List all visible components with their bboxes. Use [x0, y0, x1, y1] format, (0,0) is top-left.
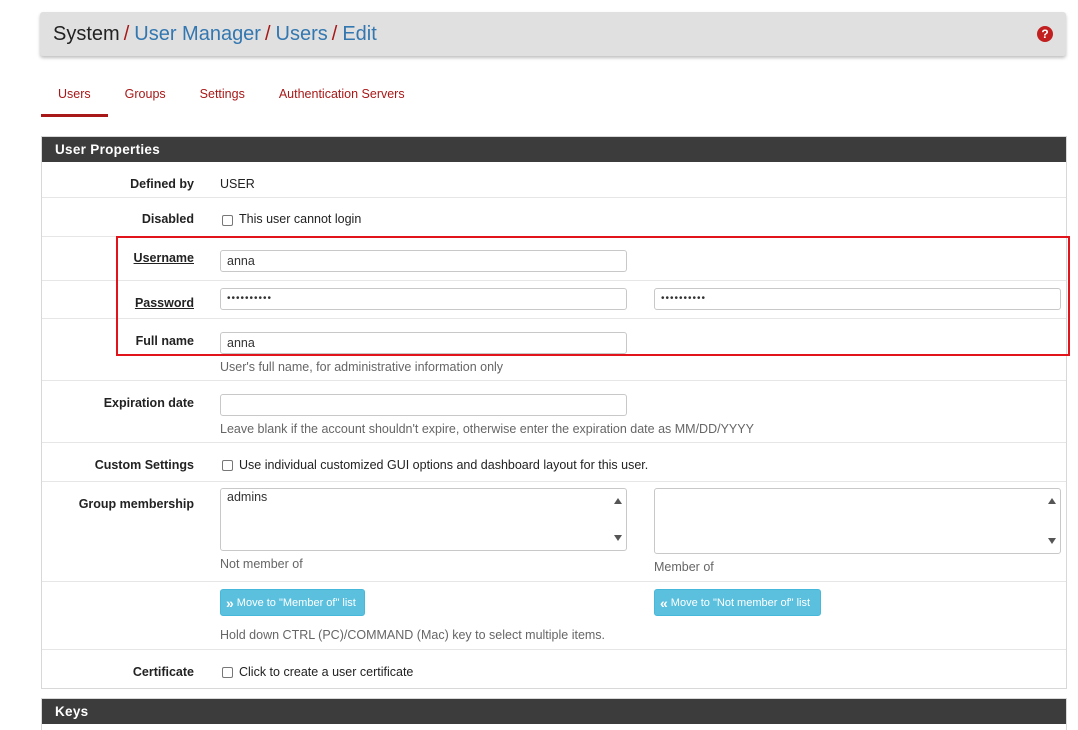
breadcrumb-separator: / [123, 22, 130, 45]
full-name-help: User's full name, for administrative inf… [220, 360, 504, 374]
scroll-down-icon[interactable] [614, 535, 622, 541]
tab-users[interactable]: Users [41, 80, 108, 117]
certificate-row: Certificate Click to create a user certi… [42, 650, 1066, 688]
custom-settings-checkbox-label: Use individual customized GUI options an… [239, 458, 649, 472]
disabled-checkbox-label: This user cannot login [239, 212, 362, 226]
custom-settings-label: Custom Settings [94, 458, 194, 472]
tab-authentication-servers[interactable]: Authentication Servers [262, 80, 422, 117]
move-to-member-label: Move to "Member of" list [236, 596, 356, 609]
tab-settings[interactable]: Settings [183, 80, 262, 117]
breadcrumb-separator: / [264, 22, 271, 45]
full-name-label: Full name [135, 334, 194, 348]
move-to-member-button[interactable]: » Move to "Member of" list [220, 589, 365, 616]
certificate-checkbox[interactable] [222, 667, 233, 678]
panel-title: Keys [42, 699, 1066, 724]
defined-by-label: Defined by [130, 177, 194, 191]
disabled-row: Disabled This user cannot login [42, 198, 1066, 237]
double-chevron-left-icon: « [660, 594, 668, 611]
breadcrumb-users[interactable]: Users [276, 23, 328, 46]
member-listbox[interactable] [654, 488, 1061, 554]
breadcrumb-bar: System / User Manager / Users / Edit ? [40, 12, 1066, 56]
expiration-label: Expiration date [103, 396, 194, 410]
certificate-checkbox-label: Click to create a user certificate [239, 665, 414, 679]
full-name-input[interactable]: anna [220, 332, 627, 354]
password-input[interactable]: •••••••••• [220, 288, 627, 310]
double-chevron-right-icon: » [226, 594, 234, 611]
expiration-help: Leave blank if the account shouldn't exp… [220, 422, 754, 436]
group-membership-row: Group membership admins Not member of Me… [42, 482, 1066, 582]
not-member-caption: Not member of [220, 557, 303, 571]
custom-settings-checkbox[interactable] [222, 460, 233, 471]
tab-bar: Users Groups Settings Authentication Ser… [41, 80, 422, 117]
expiration-row: Expiration date Leave blank if the accou… [42, 381, 1066, 443]
move-help: Hold down CTRL (PC)/COMMAND (Mac) key to… [220, 628, 606, 642]
breadcrumb-separator: / [331, 22, 338, 45]
password-row: Password •••••••••• •••••••••• [42, 281, 1066, 319]
scroll-up-icon[interactable] [614, 498, 622, 504]
user-properties-panel: User Properties Defined by USER Disabled… [41, 136, 1067, 689]
username-row: Username anna [42, 237, 1066, 281]
full-name-row: Full name anna User's full name, for adm… [42, 319, 1066, 381]
breadcrumb-edit[interactable]: Edit [342, 23, 376, 46]
custom-settings-row: Custom Settings Use individual customize… [42, 443, 1066, 482]
panel-title: User Properties [42, 137, 1066, 162]
certificate-label: Certificate [132, 665, 194, 679]
question-circle-icon[interactable]: ? [1037, 26, 1053, 42]
keys-panel: Keys [41, 698, 1067, 730]
password-confirm-input[interactable]: •••••••••• [654, 288, 1061, 310]
move-to-not-member-label: Move to "Not member of" list [670, 596, 811, 609]
defined-by-value: USER [220, 177, 255, 191]
disabled-label: Disabled [141, 212, 194, 226]
breadcrumb-user-manager[interactable]: User Manager [134, 23, 261, 46]
breadcrumb-system: System [53, 22, 120, 45]
move-to-not-member-button[interactable]: « Move to "Not member of" list [654, 589, 821, 616]
defined-by-row: Defined by USER [42, 162, 1066, 198]
not-member-listbox[interactable]: admins [220, 488, 627, 551]
scroll-down-icon[interactable] [1048, 538, 1056, 544]
group-membership-label: Group membership [78, 497, 194, 511]
scroll-up-icon[interactable] [1048, 498, 1056, 504]
list-item[interactable]: admins [227, 490, 267, 504]
username-label: Username [133, 251, 194, 265]
member-caption: Member of [654, 560, 714, 574]
tab-groups[interactable]: Groups [108, 80, 183, 117]
username-input[interactable]: anna [220, 250, 627, 272]
disabled-checkbox[interactable] [222, 215, 233, 226]
expiration-input[interactable] [220, 394, 627, 416]
move-buttons-row: » Move to "Member of" list « Move to "No… [42, 582, 1066, 650]
password-label: Password [134, 296, 194, 310]
